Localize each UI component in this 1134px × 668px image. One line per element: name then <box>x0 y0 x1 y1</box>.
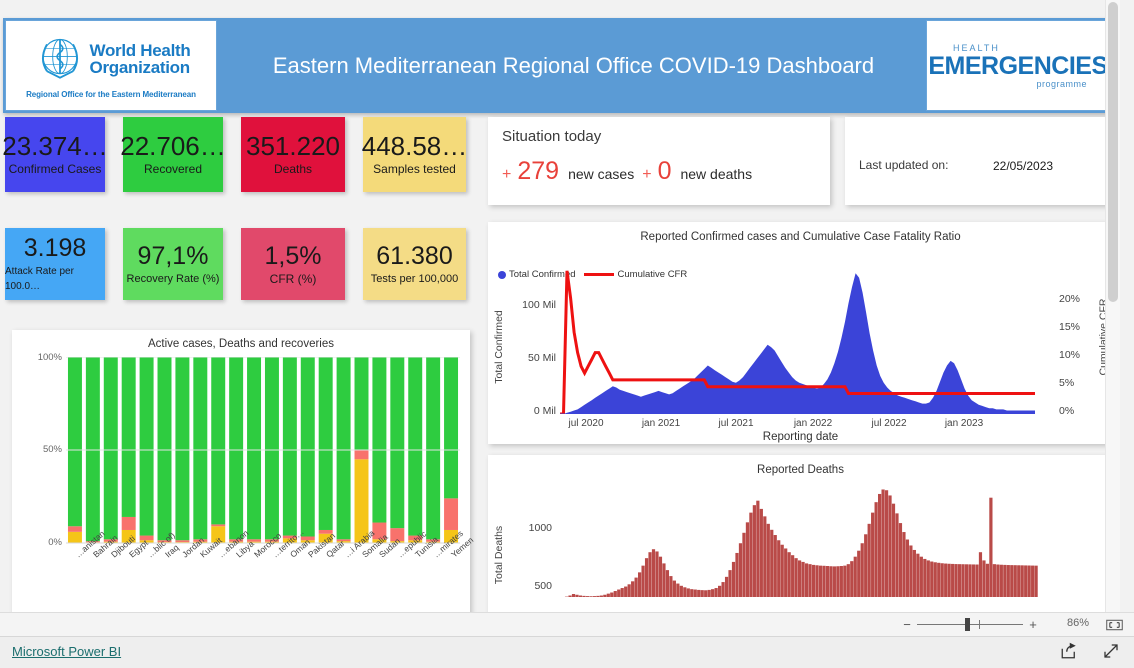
y-tick-right-2: 10% <box>1059 349 1089 361</box>
share-icon[interactable] <box>1060 642 1078 660</box>
chart-title: Active cases, Deaths and recoveries <box>12 338 470 350</box>
y-tick-right-3: 15% <box>1059 321 1089 333</box>
y-tick-0: 500 <box>508 580 552 592</box>
canvas-scrollbar[interactable] <box>1105 0 1120 612</box>
last-updated-value: 22/05/2023 <box>993 159 1053 173</box>
zoom-percentage: 86% <box>1067 617 1089 629</box>
kpi-card-deaths[interactable]: 351.220 Deaths <box>241 117 345 192</box>
chart-plot-area <box>560 264 1035 414</box>
y-axis-title: Total Deaths <box>492 495 506 612</box>
who-regional-subtitle: Regional Office for the Eastern Mediterr… <box>26 90 196 99</box>
reported-deaths-chart[interactable]: Reported Deaths Total Deaths 1000 500 <box>488 455 1113 612</box>
y-tick-0: 0% <box>20 537 62 548</box>
last-updated-label: Last updated on: <box>859 158 948 172</box>
y-tick-right-1: 5% <box>1059 377 1089 389</box>
chart-title: Reported Confirmed cases and Cumulative … <box>488 231 1113 243</box>
new-cases-label: new cases <box>568 166 634 182</box>
x-tick-5: jan 2023 <box>916 418 1012 429</box>
kpi-card-confirmed-cases[interactable]: 23.374… Confirmed Cases <box>5 117 105 192</box>
he-programme-text: programme <box>1036 79 1087 89</box>
new-deaths-label: new deaths <box>680 166 752 182</box>
x-axis-title: Reporting date <box>488 431 1113 443</box>
kpi-label: Confirmed Cases <box>9 162 102 177</box>
kpi-label: CFR (%) <box>270 272 317 287</box>
he-emergencies-text: EMERGENCIES <box>928 53 1107 79</box>
kpi-card-recovery-rate[interactable]: 97,1% Recovery Rate (%) <box>123 228 223 300</box>
dashboard-header: World Health Organization Regional Offic… <box>3 18 1113 113</box>
y-tick-left-1: 50 Mil <box>510 352 556 364</box>
y-tick-1: 1000 <box>508 522 552 534</box>
kpi-label: Recovered <box>144 162 202 177</box>
y-tick-right-0: 0% <box>1059 405 1089 417</box>
kpi-value: 61.380 <box>376 242 452 270</box>
kpi-card-samples-tested[interactable]: 448.58… Samples tested <box>363 117 466 192</box>
kpi-card-tests-per-100k[interactable]: 61.380 Tests per 100,000 <box>363 228 466 300</box>
who-name-line2: Organization <box>90 59 191 76</box>
new-deaths-value: 0 <box>658 157 672 186</box>
power-bi-link[interactable]: Microsoft Power BI <box>12 644 121 659</box>
plus-sign-cases: + <box>502 166 511 184</box>
kpi-card-attack-rate[interactable]: 3.198 Attack Rate per 100.0… <box>5 228 105 300</box>
zoom-in-button[interactable]: + <box>1027 617 1039 632</box>
y-tick-right-4: 20% <box>1059 293 1089 305</box>
kpi-card-recovered[interactable]: 22.706… Recovered <box>123 117 223 192</box>
kpi-value: 3.198 <box>24 234 87 262</box>
kpi-label: Recovery Rate (%) <box>127 272 220 287</box>
report-footer: Microsoft Power BI <box>0 636 1134 668</box>
kpi-value: 22.706… <box>120 132 226 160</box>
who-logo: World Health Organization Regional Offic… <box>5 20 217 111</box>
new-cases-value: 279 <box>517 157 559 186</box>
zoom-slider-track[interactable] <box>917 624 1023 625</box>
kpi-label: Tests per 100,000 <box>371 272 458 287</box>
report-canvas: World Health Organization Regional Offic… <box>0 0 1120 612</box>
he-health-text: HEALTH <box>953 43 1000 53</box>
situation-values: + 279 new cases + 0 new deaths <box>502 157 760 186</box>
y-tick-50: 50% <box>20 444 62 455</box>
situation-title: Situation today <box>502 128 601 145</box>
footer-actions <box>1060 642 1120 660</box>
confirmed-cfr-chart[interactable]: Reported Confirmed cases and Cumulative … <box>488 222 1113 444</box>
y-tick-left-2: 100 Mil <box>510 299 556 311</box>
y-tick-100: 100% <box>20 352 62 363</box>
last-updated-card: Last updated on: 22/05/2023 <box>845 117 1113 205</box>
full-screen-icon[interactable] <box>1102 642 1120 660</box>
chart-plot-area <box>558 485 1038 597</box>
who-name-line1: World Health <box>90 42 191 59</box>
kpi-label: Deaths <box>274 162 312 177</box>
kpi-card-cfr[interactable]: 1,5% CFR (%) <box>241 228 345 300</box>
kpi-label: Samples tested <box>373 162 456 177</box>
y-tick-left-0: 0 Mil <box>510 405 556 417</box>
status-bar: − + 86% <box>0 612 1134 637</box>
scrollbar-thumb[interactable] <box>1108 2 1118 302</box>
y-axis-title-left: Total Confirmed <box>492 262 506 432</box>
page-title: Eastern Mediterranean Regional Office CO… <box>221 18 926 113</box>
situation-today-card: Situation today + 279 new cases + 0 new … <box>488 117 830 205</box>
who-emblem-icon <box>34 33 86 85</box>
health-emergencies-logo: HEALTH EMERGENCIES programme <box>926 20 1110 111</box>
active-deaths-recoveries-chart[interactable]: Active cases, Deaths and recoveries 100%… <box>12 330 470 612</box>
fit-to-screen-icon[interactable] <box>1105 618 1124 632</box>
zoom-slider-tick <box>979 620 980 629</box>
zoom-slider-thumb[interactable] <box>965 618 970 631</box>
kpi-value: 448.58… <box>362 132 468 160</box>
power-bi-report-page: World Health Organization Regional Offic… <box>0 0 1134 667</box>
kpi-label: Attack Rate per 100.0… <box>5 264 105 294</box>
kpi-value: 1,5% <box>265 242 322 270</box>
zoom-control[interactable]: − + <box>901 617 1039 632</box>
chart-title: Reported Deaths <box>488 464 1113 476</box>
kpi-value: 23.374… <box>2 132 108 160</box>
kpi-value: 351.220 <box>246 132 340 160</box>
zoom-out-button[interactable]: − <box>901 617 913 632</box>
chart-plot-area <box>66 357 460 544</box>
kpi-value: 97,1% <box>138 242 209 270</box>
plus-sign-deaths: + <box>642 166 651 184</box>
